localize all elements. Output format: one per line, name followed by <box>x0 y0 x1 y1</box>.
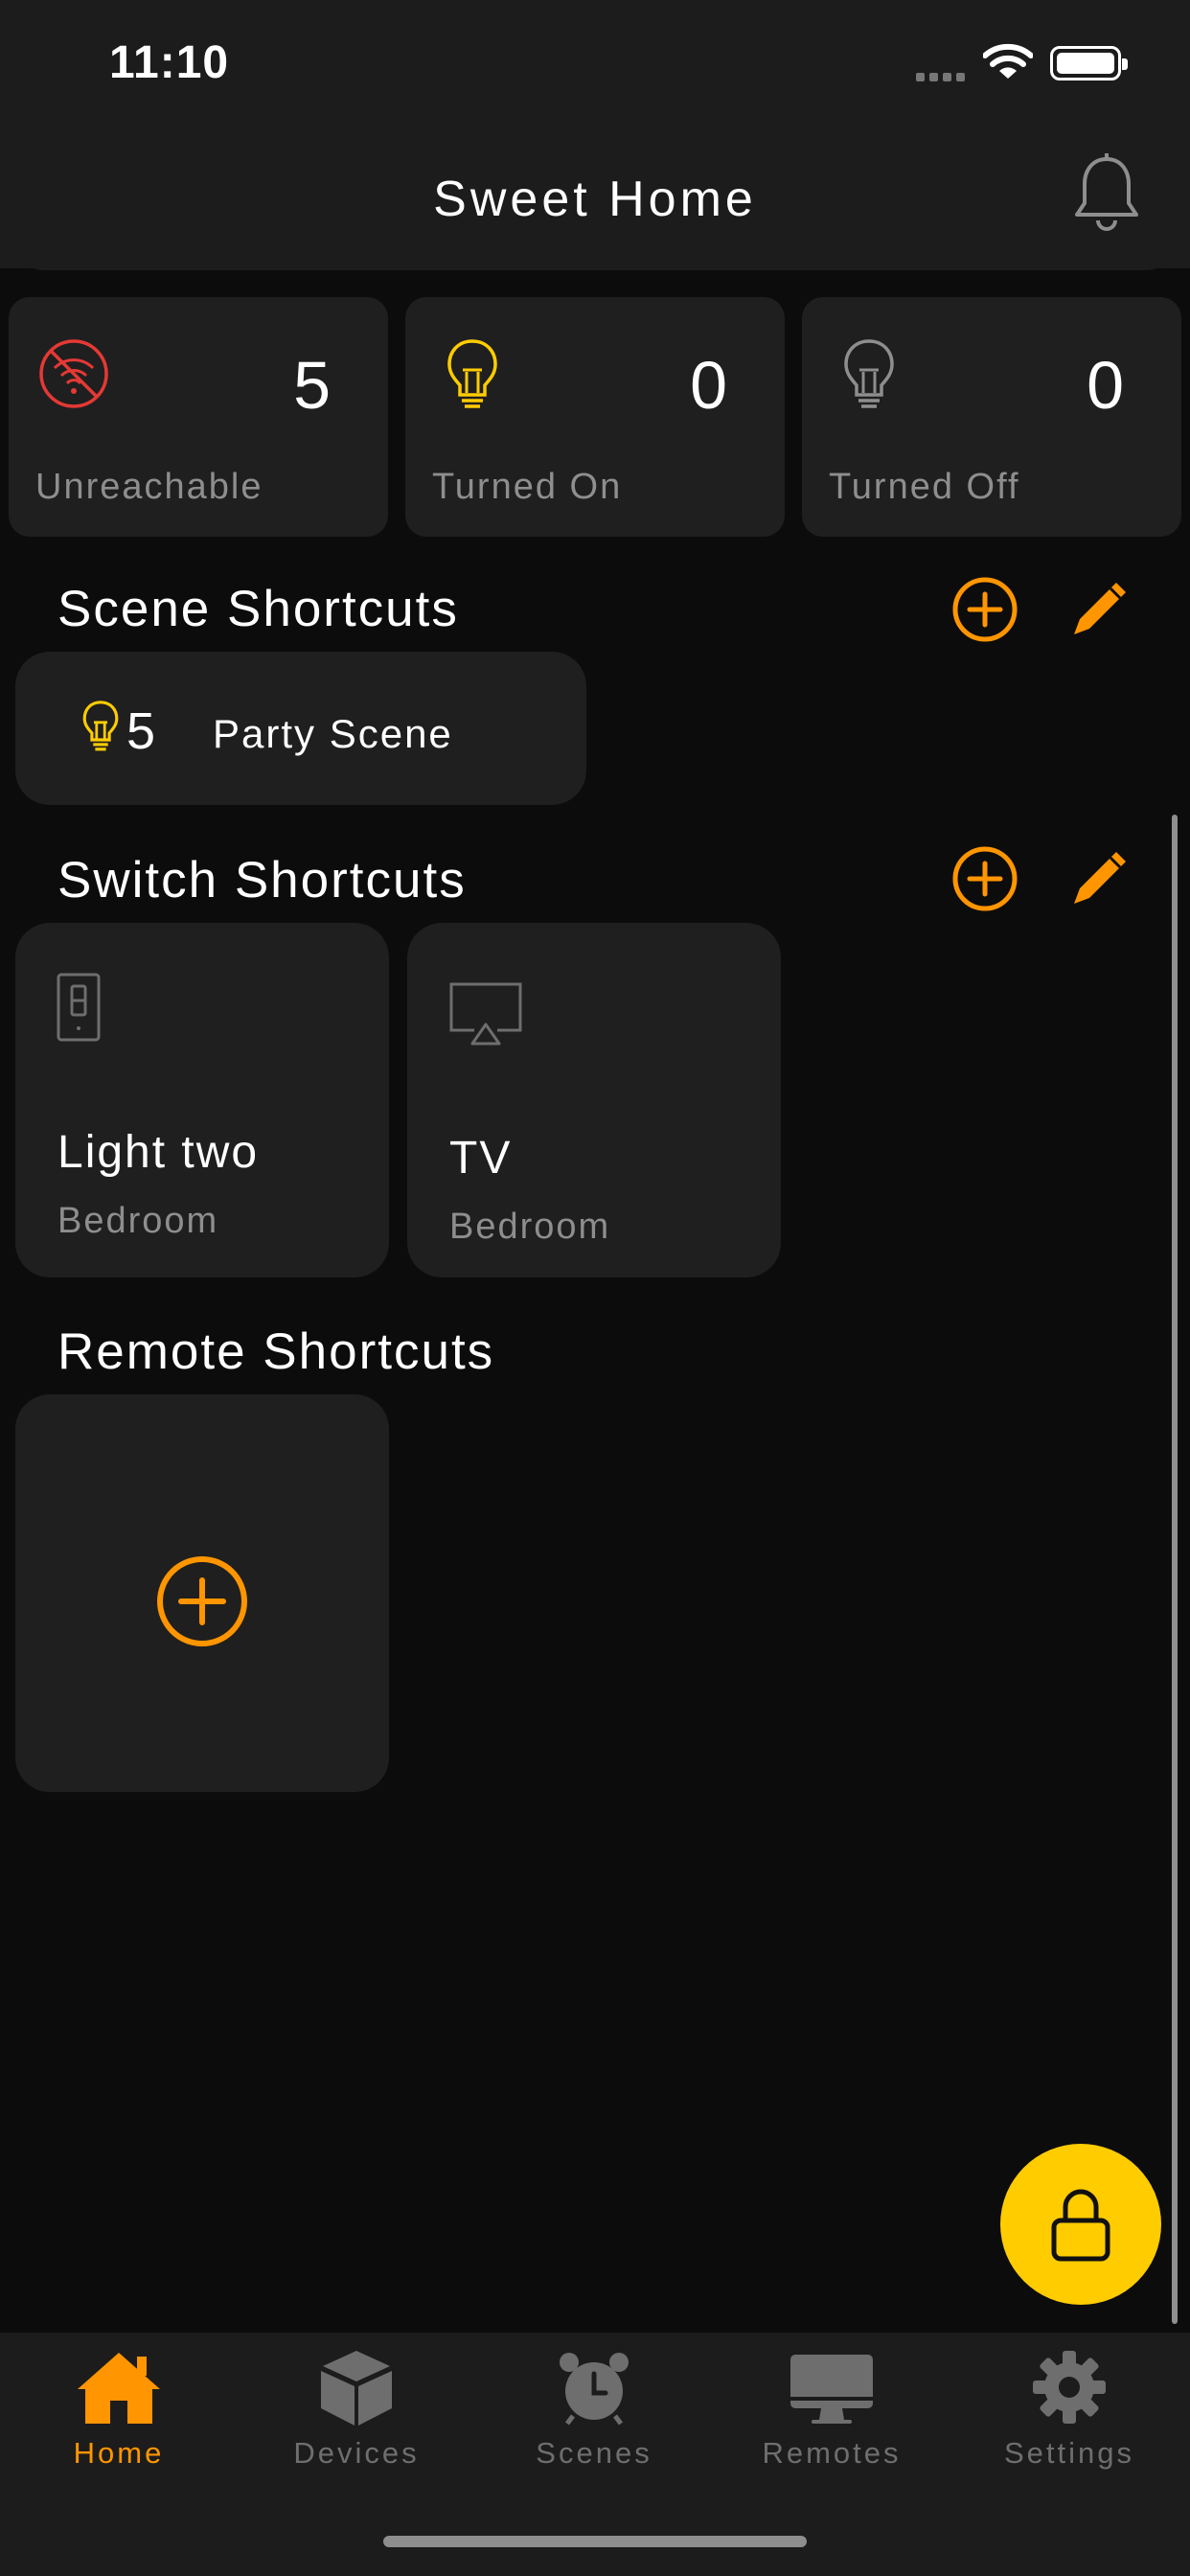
add-remote-shortcut-card[interactable] <box>15 1394 389 1792</box>
remote-shortcuts-title: Remote Shortcuts <box>57 1323 495 1380</box>
lightbulb-off-icon <box>840 337 898 419</box>
header-bottom-edge <box>23 251 1167 270</box>
tab-devices[interactable]: Devices <box>238 2333 475 2476</box>
wifi-icon <box>982 42 1034 85</box>
tab-home[interactable]: Home <box>0 2333 238 2476</box>
alarm-clock-icon <box>475 2344 713 2430</box>
status-time: 11:10 <box>109 37 230 88</box>
tab-scenes-label: Scenes <box>536 2436 652 2470</box>
switch-room: Bedroom <box>57 1201 219 1241</box>
turned-on-count: 0 <box>690 348 727 423</box>
switch-name: Light two <box>57 1127 260 1178</box>
stat-card-turned-off[interactable]: 0 Turned Off <box>802 297 1181 537</box>
scene-shortcuts-title: Scene Shortcuts <box>57 581 459 637</box>
home-indicator[interactable] <box>383 2536 807 2547</box>
scene-name: Party Scene <box>213 711 453 756</box>
tab-settings-label: Settings <box>1003 2436 1134 2470</box>
tab-home-label: Home <box>73 2436 165 2470</box>
monitor-icon <box>713 2344 950 2430</box>
bell-icon[interactable] <box>1071 153 1142 239</box>
turned-off-label: Turned Off <box>829 467 1020 507</box>
light-switch-icon <box>57 973 101 1046</box>
home-icon <box>0 2344 238 2430</box>
switch-room: Bedroom <box>449 1207 611 1247</box>
add-switch-shortcut-button[interactable] <box>951 845 1018 917</box>
switch-shortcuts-title: Switch Shortcuts <box>57 852 467 908</box>
lightbulb-icon <box>80 700 121 758</box>
scene-device-count: 5 <box>126 702 156 760</box>
tab-settings[interactable]: Settings <box>950 2333 1188 2476</box>
add-scene-shortcut-button[interactable] <box>951 576 1018 648</box>
app-header: Sweet Home <box>0 125 1190 268</box>
switch-shortcut-light-two[interactable]: Light two Bedroom <box>15 923 389 1277</box>
turned-on-label: Turned On <box>432 467 623 507</box>
edit-scene-shortcuts-button[interactable] <box>1068 577 1132 645</box>
scene-shortcut-party[interactable]: 5 Party Scene <box>15 652 586 805</box>
add-circle-icon[interactable] <box>155 1554 249 1653</box>
unreachable-count: 5 <box>293 348 331 423</box>
page-title: Sweet Home <box>433 172 757 227</box>
unreachable-label: Unreachable <box>35 467 263 507</box>
turned-off-count: 0 <box>1087 348 1124 423</box>
tab-devices-label: Devices <box>293 2436 420 2470</box>
gear-icon <box>950 2344 1188 2430</box>
lock-icon <box>1051 2189 1110 2262</box>
switch-name: TV <box>449 1133 513 1184</box>
cube-icon <box>238 2344 475 2430</box>
cellular-signal-icon <box>916 69 970 86</box>
tab-remotes-label: Remotes <box>762 2436 902 2470</box>
airplay-tv-icon <box>447 980 524 1052</box>
battery-icon <box>1050 46 1128 80</box>
stat-card-unreachable[interactable]: 5 Unreachable <box>9 297 388 537</box>
stat-card-turned-on[interactable]: 0 Turned On <box>405 297 785 537</box>
wifi-off-icon <box>37 337 110 415</box>
tab-scenes[interactable]: Scenes <box>475 2333 713 2476</box>
edit-switch-shortcuts-button[interactable] <box>1068 846 1132 914</box>
tab-remotes[interactable]: Remotes <box>713 2333 950 2476</box>
switch-shortcut-tv[interactable]: TV Bedroom <box>407 923 781 1277</box>
scrollbar[interactable] <box>1172 815 1178 2324</box>
lock-button[interactable] <box>1000 2144 1161 2305</box>
status-bar: 11:10 <box>0 0 1190 125</box>
lightbulb-on-icon <box>444 337 501 419</box>
